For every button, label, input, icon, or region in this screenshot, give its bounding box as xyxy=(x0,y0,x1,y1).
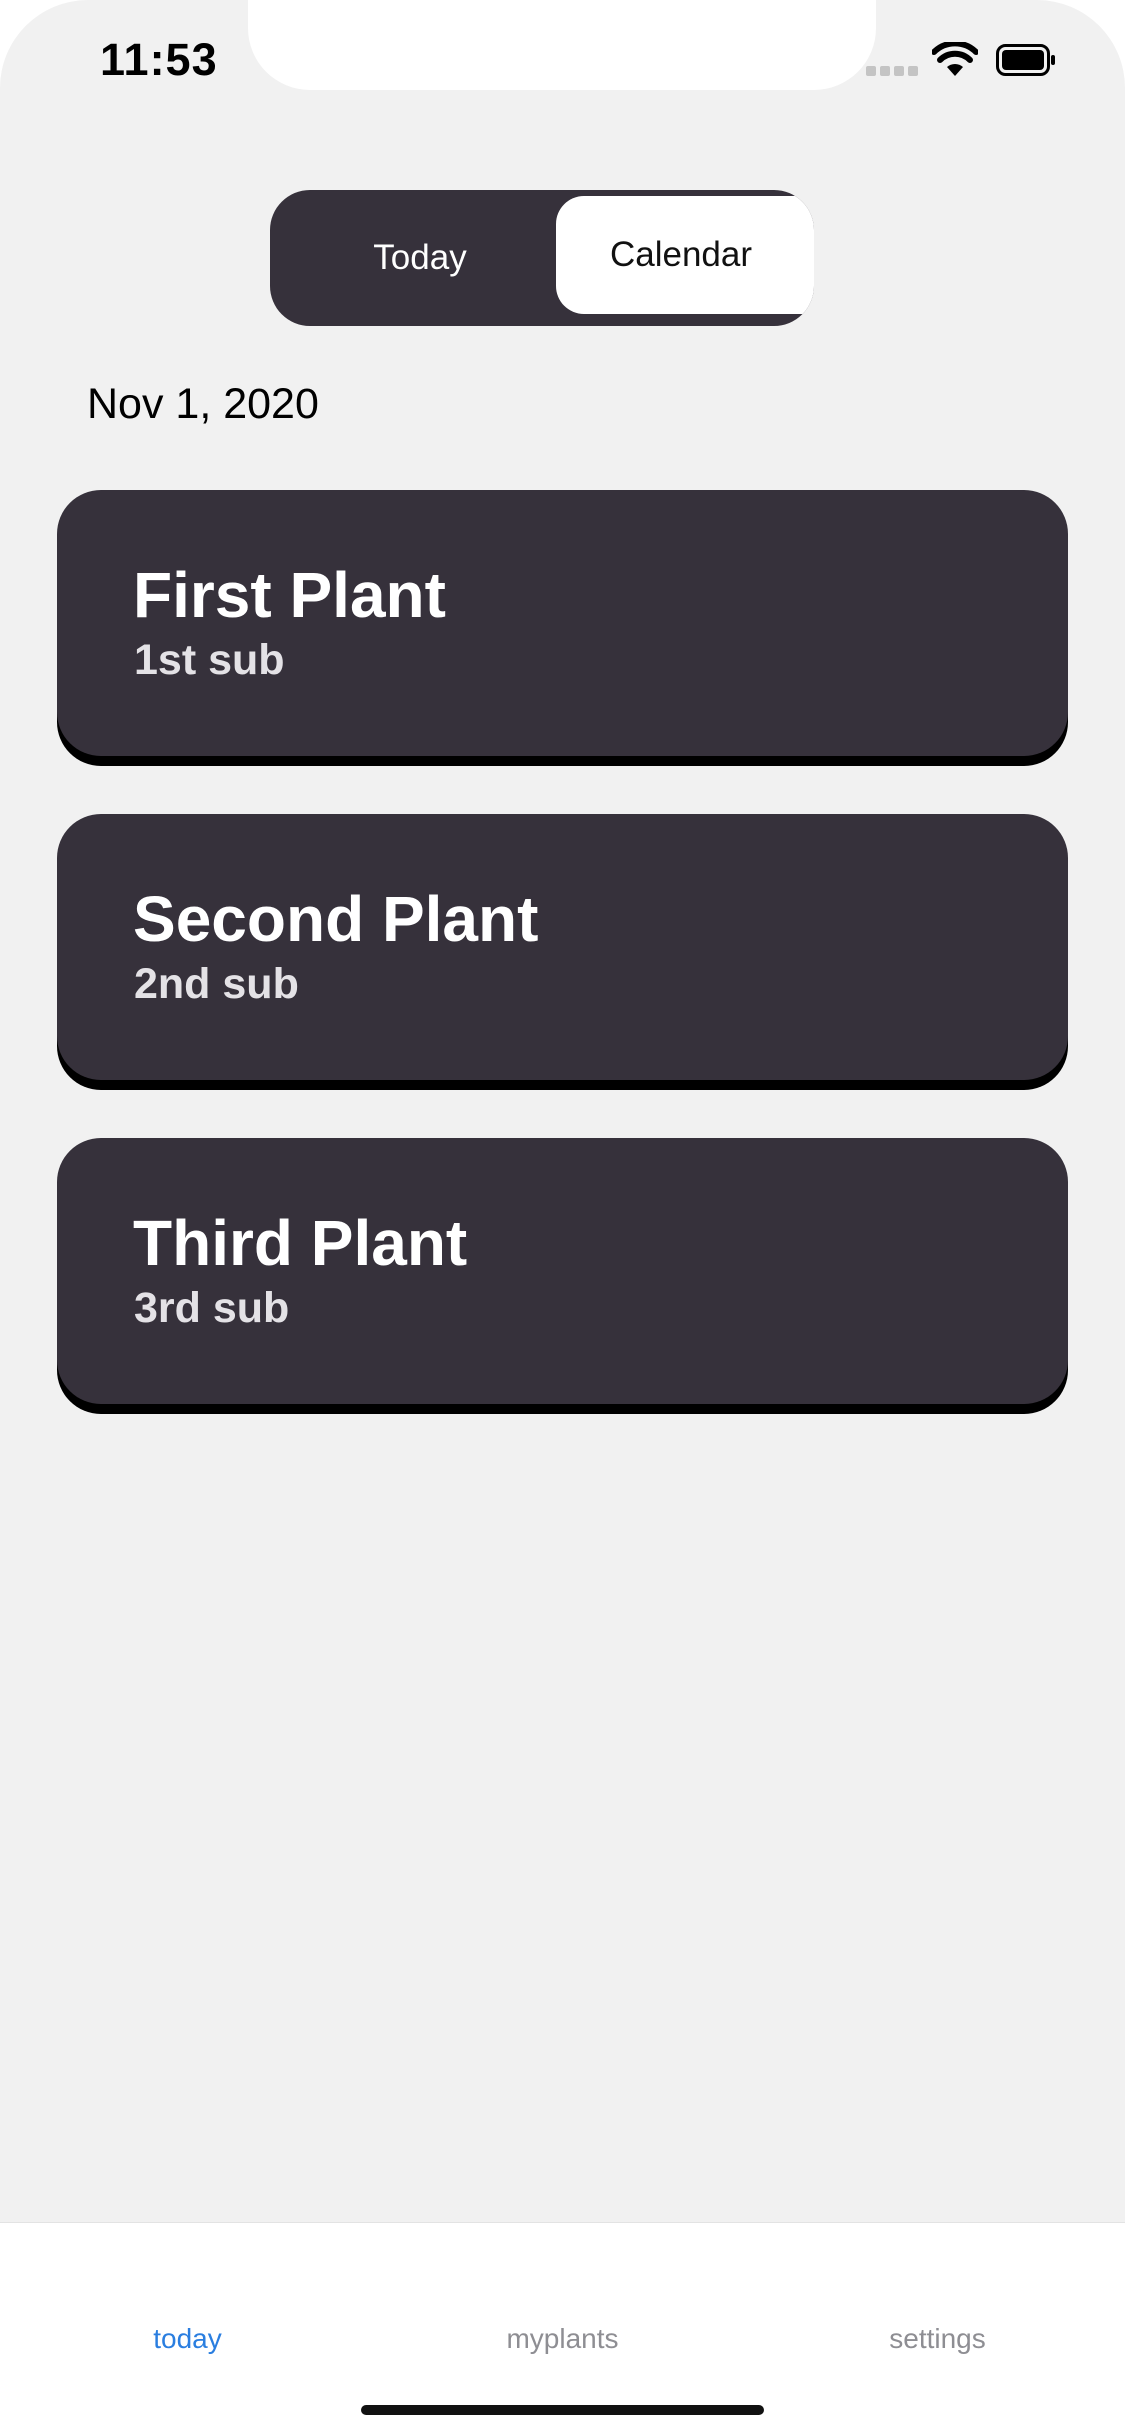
current-date: Nov 1, 2020 xyxy=(87,380,319,428)
plant-card[interactable]: First Plant 1st sub xyxy=(57,490,1068,756)
plant-title: Second Plant xyxy=(133,883,539,955)
cellular-signal-icon xyxy=(866,66,918,76)
segment-calendar[interactable]: Calendar xyxy=(556,196,814,314)
plant-title: Third Plant xyxy=(133,1207,468,1279)
app-screen: 11:53 Calendar Today Nov 1, 2020 First P… xyxy=(0,0,1125,2436)
view-segmented-control: Calendar Today xyxy=(270,190,814,326)
battery-icon xyxy=(996,44,1055,76)
plant-card[interactable]: Second Plant 2nd sub xyxy=(57,814,1068,1080)
plant-subtitle: 2nd sub xyxy=(134,960,299,1008)
plant-subtitle: 3rd sub xyxy=(134,1284,290,1332)
tab-myplants[interactable]: myplants xyxy=(375,2323,750,2355)
wifi-icon xyxy=(932,42,978,76)
plant-card[interactable]: Third Plant 3rd sub xyxy=(57,1138,1068,1404)
segment-calendar-label: Calendar xyxy=(609,235,753,274)
home-indicator[interactable] xyxy=(361,2405,764,2415)
bottom-tab-bar: today myplants settings xyxy=(0,2222,1125,2436)
plant-subtitle: 1st sub xyxy=(134,636,285,684)
tab-settings[interactable]: settings xyxy=(750,2323,1125,2355)
status-time: 11:53 xyxy=(100,34,218,85)
tab-today[interactable]: today xyxy=(0,2323,375,2355)
segment-today[interactable]: Today xyxy=(270,190,570,326)
plant-title: First Plant xyxy=(133,559,446,631)
device-notch xyxy=(248,0,876,90)
